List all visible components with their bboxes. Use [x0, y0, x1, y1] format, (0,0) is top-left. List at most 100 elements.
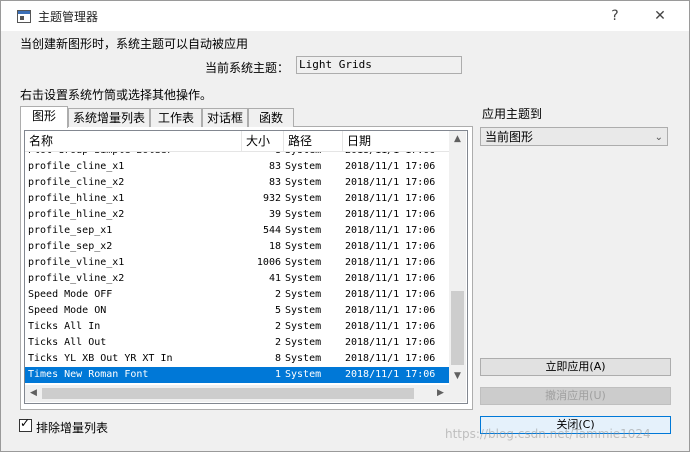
list-rows: Plot Group Simple Bolder8System2018/11/1… [25, 152, 449, 383]
row-date: 2018/11/1 17:06 [345, 225, 436, 236]
scroll-down-icon[interactable]: ▼ [449, 368, 466, 385]
title-bar: 主题管理器 ? ✕ [1, 1, 689, 31]
column-size[interactable]: 大小 [242, 131, 284, 151]
table-row[interactable]: profile_hline_x1 932 System 2018/11/1 17:06 [25, 191, 449, 207]
exclude-increment-checkbox[interactable]: ✓ [19, 416, 32, 432]
table-row[interactable]: profile_hline_x2 39 System 2018/11/1 17:06 [25, 207, 449, 223]
scroll-left-icon[interactable]: ◀ [25, 385, 42, 402]
row-name: Ticks All In [28, 321, 101, 332]
row-size: 544 [262, 225, 281, 236]
row-date: 2018/11/1 17:06 [345, 321, 436, 332]
tab-dialog[interactable]: 对话框 [202, 108, 248, 127]
current-theme-value: Light Grids [296, 56, 462, 74]
row-name: Ticks All Out [28, 337, 107, 348]
row-date: 2018/11/1 17:06 [345, 369, 436, 380]
apply-target-select[interactable]: 当前图形 ⌄ [480, 127, 668, 146]
scrollbar-corner [449, 385, 466, 402]
row-date: 2018/11/1 17:06 [345, 337, 436, 348]
table-row[interactable]: Plot Group Simple Bolder 8 System2018/11/1… [25, 152, 449, 159]
tab-system-increment-list[interactable]: 系统增量列表 [68, 108, 150, 127]
row-date: 2018/11/1 17:06 [345, 273, 436, 284]
row-name: profile_cline_x1 [28, 161, 125, 172]
table-row[interactable]: Ticks All Out 2 System 2018/11/1 17:06 [25, 335, 449, 351]
row-path: System [285, 305, 322, 316]
table-row[interactable]: profile_sep_x2 18 System 2018/11/1 17:06 [25, 239, 449, 255]
row-date: 2018/11/1 17:06 [345, 241, 436, 252]
row-date: 2018/11/1 17:06 [345, 193, 436, 204]
watermark-text: https://blog.csdn.net/Tammie1024 [445, 427, 651, 441]
row-name: Speed Mode OFF [28, 289, 113, 300]
row-date: 2018/11/1 17:06 [345, 257, 436, 268]
row-name: profile_sep_x2 [28, 241, 113, 252]
table-row[interactable]: profile_sep_x1 544 System 2018/11/1 17:06 [25, 223, 449, 239]
row-size: 8 [274, 353, 281, 364]
row-path: System [285, 209, 322, 220]
row-path: System [285, 152, 343, 159]
column-name[interactable]: 名称 [25, 131, 242, 151]
row-size: 2 [274, 337, 281, 348]
row-date: 2018/11/1 17:06 [345, 161, 436, 172]
row-size: 1 [274, 369, 281, 380]
help-button[interactable]: ? [600, 5, 630, 27]
row-path: System [285, 193, 322, 204]
apply-theme-to-label: 应用主题到 [482, 107, 543, 121]
scroll-up-icon[interactable]: ▲ [449, 131, 466, 148]
row-name: Plot Group Simple Bolder [28, 152, 238, 159]
row-date: 2018/11/1 17:06 [345, 177, 436, 188]
apply-now-button[interactable]: 立即应用(A) [480, 358, 671, 376]
row-name: profile_vline_x2 [28, 273, 125, 284]
table-row[interactable]: Speed Mode OFF 2 System 2018/11/1 17:06 [25, 287, 449, 303]
table-row[interactable]: Times New Roman Font 1 System 2018/11/1 17:… [25, 367, 449, 383]
row-path: System [285, 161, 322, 172]
vertical-scrollbar[interactable]: ▲ ▼ [449, 131, 466, 385]
row-path: System [285, 353, 322, 364]
close-window-button[interactable]: ✕ [645, 5, 675, 27]
scroll-right-icon[interactable]: ▶ [432, 385, 449, 402]
table-row[interactable]: profile_vline_x2 41 System 2018/11/1 17:06 [25, 271, 449, 287]
row-size: 2 [274, 321, 281, 332]
operation-hint: 右击设置系统竹筒或选择其他操作。 [20, 88, 213, 102]
theme-list[interactable]: 名称 大小 路径 日期 Plot Group Simple Bolder 8 Sys… [24, 130, 468, 404]
row-size: 1006 [256, 257, 281, 268]
row-path: System [285, 177, 322, 188]
row-path: System [285, 321, 322, 332]
row-name: profile_cline_x2 [28, 177, 125, 188]
row-size: 8 [243, 152, 281, 159]
row-date: 2018/11/1 17:06 [345, 152, 449, 159]
tab-graph[interactable]: 图形 [20, 106, 68, 128]
chevron-down-icon: ⌄ [654, 132, 663, 143]
row-size: 2 [274, 289, 281, 300]
app-window-icon [17, 10, 31, 23]
column-path[interactable]: 路径 [284, 131, 343, 151]
exclude-increment-label: 排除增量列表 [36, 421, 109, 435]
tab-function[interactable]: 函数 [248, 108, 294, 127]
row-name: profile_sep_x1 [28, 225, 113, 236]
row-size: 18 [268, 241, 281, 252]
undo-apply-button[interactable]: 撤消应用(U) [480, 387, 671, 405]
list-header: 名称 大小 路径 日期 [25, 131, 449, 152]
table-row[interactable]: Ticks All In 2 System 2018/11/1 17:06 [25, 319, 449, 335]
horizontal-scroll-thumb[interactable] [42, 388, 414, 399]
table-row[interactable]: profile_cline_x2 83 System 2018/11/1 17:06 [25, 175, 449, 191]
row-path: System [285, 369, 322, 380]
tab-worksheet[interactable]: 工作表 [150, 108, 202, 127]
table-row[interactable]: profile_vline_x1 1006 System 2018/11/1 17:0… [25, 255, 449, 271]
table-row[interactable]: Speed Mode ON 5 System 2018/11/1 17:06 [25, 303, 449, 319]
row-path: System [285, 337, 322, 348]
row-name: Times New Roman Font [28, 369, 149, 380]
row-name: profile_vline_x1 [28, 257, 125, 268]
row-name: Ticks YL XB Out YR XT In [28, 353, 173, 364]
row-size: 41 [268, 273, 281, 284]
row-name: Speed Mode ON [28, 305, 107, 316]
column-date[interactable]: 日期 [343, 131, 449, 151]
apply-target-value: 当前图形 [485, 130, 534, 144]
vertical-scroll-thumb[interactable] [451, 291, 464, 365]
table-row[interactable]: Ticks YL XB Out YR XT In 8 System 2018/11/1… [25, 351, 449, 367]
horizontal-scrollbar[interactable]: ◀ ▶ [25, 385, 449, 402]
row-name: profile_hline_x1 [28, 193, 125, 204]
dialog-title: 主题管理器 [38, 10, 99, 24]
table-row[interactable]: profile_cline_x1 83 System 2018/11/1 17:06 [25, 159, 449, 175]
row-size: 5 [274, 305, 281, 316]
checkmark-icon: ✓ [20, 416, 31, 430]
row-path: System [285, 273, 322, 284]
